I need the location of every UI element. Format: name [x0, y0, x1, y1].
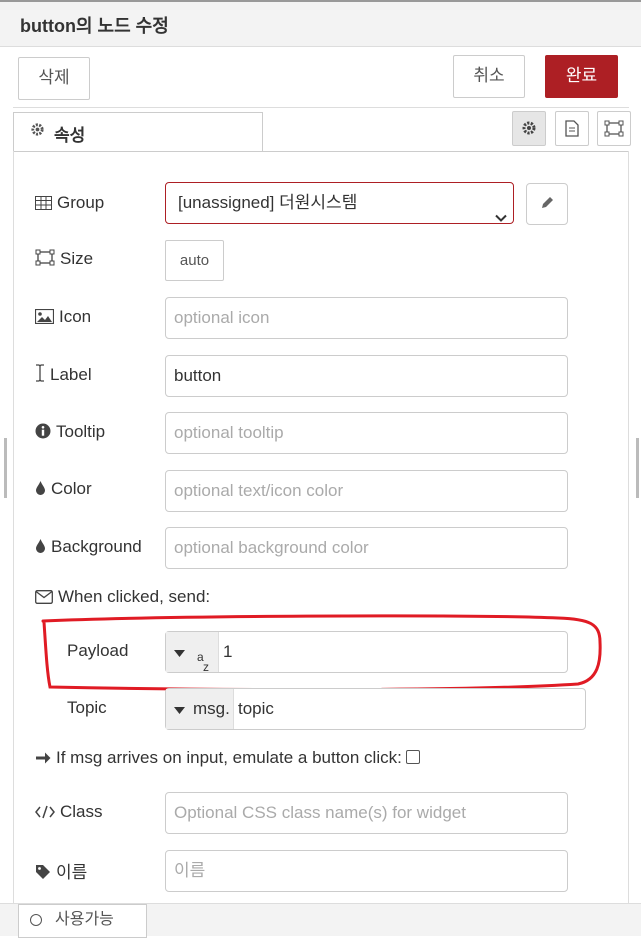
label-label-text: Label — [50, 365, 92, 384]
image-icon — [34, 307, 59, 326]
panel-border — [628, 151, 629, 903]
emulate-label-text: If msg arrives on input, emulate a butto… — [56, 748, 402, 767]
name-label: 이름 — [35, 858, 87, 883]
label-label: Label — [35, 364, 92, 385]
resize-icon — [35, 249, 60, 268]
background-input[interactable] — [165, 527, 568, 569]
background-label: Background — [35, 537, 142, 557]
caret-down-icon — [174, 632, 185, 672]
when-clicked-label: When clicked, send: — [35, 587, 210, 607]
tabs-divider — [13, 151, 629, 152]
layout-icon — [604, 120, 624, 141]
panel-border — [13, 151, 14, 903]
dialog-title: button의 노드 수정 — [20, 16, 169, 36]
color-label: Color — [35, 479, 92, 499]
description-tab-button[interactable] — [555, 111, 589, 146]
label-input[interactable] — [165, 355, 568, 397]
group-label-text: Group — [57, 193, 105, 212]
tab-properties[interactable]: 속성 — [13, 112, 263, 152]
gear-icon — [30, 122, 45, 142]
icon-label: Icon — [34, 307, 92, 327]
class-input[interactable] — [165, 792, 568, 834]
size-label: Size — [35, 249, 93, 269]
done-button[interactable]: 완료 — [545, 55, 618, 98]
topic-type-prefix: msg. — [193, 699, 230, 718]
group-select[interactable]: [unassigned] 더원시스템 — [165, 182, 514, 224]
arrow-right-icon — [35, 748, 56, 767]
tooltip-label-text: Tooltip — [56, 422, 106, 441]
icon-input[interactable] — [165, 297, 568, 339]
resize-handle[interactable] — [4, 438, 7, 498]
emulate-label: If msg arrives on input, emulate a butto… — [35, 748, 420, 768]
group-label: Group — [35, 193, 104, 213]
droplet-icon — [35, 537, 51, 556]
appearance-tab-button[interactable] — [597, 111, 631, 146]
enable-label: 사용가능 — [55, 911, 114, 928]
properties-tab-button[interactable] — [512, 111, 546, 146]
document-icon — [565, 120, 579, 141]
group-select-value: [unassigned] 더원시스템 — [178, 193, 358, 212]
circle-icon — [30, 914, 42, 926]
dialog-header: button의 노드 수정 — [0, 0, 641, 47]
gear-icon — [521, 121, 537, 140]
payload-value: 1 — [223, 642, 233, 661]
toolbar-divider — [13, 107, 629, 108]
droplet-icon — [35, 479, 51, 498]
enable-toggle-button[interactable]: 사용가능 — [18, 904, 147, 938]
size-button[interactable]: auto — [165, 240, 224, 281]
when-clicked-label-text: When clicked, send: — [58, 587, 211, 606]
size-label-text: Size — [60, 249, 94, 268]
delete-button[interactable]: 삭제 — [18, 57, 90, 100]
color-label-text: Color — [51, 479, 92, 498]
chevron-down-icon — [495, 198, 507, 238]
tooltip-label: Tooltip — [35, 422, 105, 442]
name-input[interactable] — [165, 850, 568, 892]
resize-handle[interactable] — [636, 438, 639, 498]
code-icon — [35, 802, 60, 821]
background-label-text: Background — [51, 537, 142, 556]
tag-icon — [35, 863, 56, 882]
edit-group-button[interactable] — [526, 183, 568, 225]
topic-value: topic — [238, 699, 274, 718]
tooltip-input[interactable] — [165, 412, 568, 454]
class-label: Class — [35, 802, 103, 822]
name-label-text: 이름 — [56, 863, 88, 882]
pencil-icon — [540, 197, 554, 214]
payload-typed-input[interactable]: az 1 — [165, 631, 568, 674]
envelope-icon — [35, 587, 58, 606]
payload-type-selector[interactable]: az — [166, 632, 219, 674]
caret-down-icon — [174, 689, 185, 729]
icon-label-text: Icon — [59, 307, 92, 326]
table-icon — [35, 193, 57, 212]
text-cursor-icon — [35, 364, 50, 384]
emulate-checkbox[interactable] — [405, 750, 420, 764]
topic-typed-input[interactable]: msg. topic — [165, 688, 586, 730]
tab-properties-label: 속성 — [54, 126, 86, 145]
class-label-text: Class — [60, 802, 103, 821]
cancel-button[interactable]: 취소 — [453, 55, 525, 98]
payload-label: Payload — [67, 641, 129, 660]
info-icon — [35, 422, 56, 441]
topic-label: Topic — [67, 698, 107, 717]
color-input[interactable] — [165, 470, 568, 512]
topic-type-selector[interactable]: msg. — [166, 689, 234, 729]
